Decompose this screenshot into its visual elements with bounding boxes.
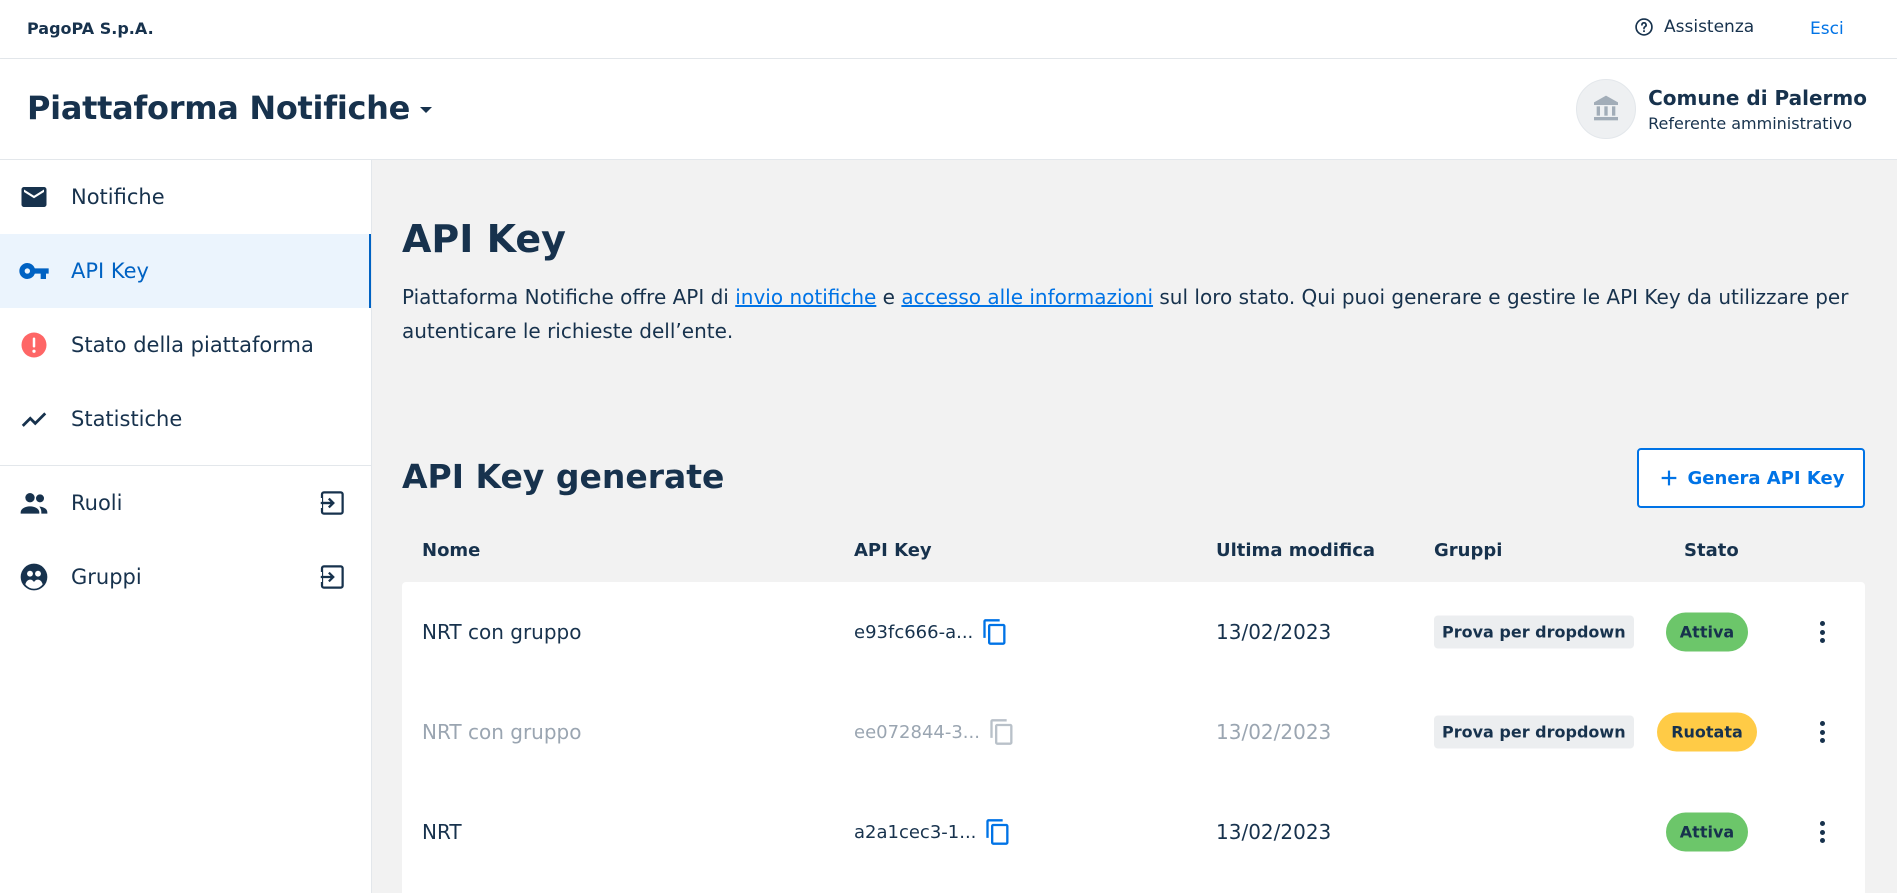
top-bar: PagoPA S.p.A. Assistenza Esci bbox=[0, 0, 1897, 59]
column-header-date[interactable]: Ultima modifica bbox=[1216, 540, 1375, 561]
status-cell: Attiva bbox=[1632, 812, 1782, 852]
institution-icon bbox=[1594, 95, 1619, 121]
generate-button-label: Genera API Key bbox=[1687, 467, 1845, 489]
copy-icon[interactable] bbox=[988, 718, 1016, 746]
mail-icon bbox=[18, 181, 50, 213]
product-header: Piattaforma Notifiche Comune di Palermo … bbox=[0, 59, 1897, 160]
api-key-name: NRT bbox=[422, 820, 462, 844]
exit-to-app-icon bbox=[318, 491, 344, 515]
group-chip: Prova per dropdown bbox=[1434, 615, 1634, 649]
status-badge: Attiva bbox=[1665, 612, 1749, 652]
more-vert-icon bbox=[1819, 721, 1825, 726]
sidebar-item-gruppi[interactable]: Gruppi bbox=[0, 540, 371, 614]
more-vert-icon bbox=[1819, 621, 1825, 626]
api-key-name: NRT con gruppo bbox=[422, 720, 582, 744]
column-header-status[interactable]: Stato bbox=[1684, 540, 1739, 561]
sidebar-item-label: Gruppi bbox=[71, 565, 142, 589]
party-avatar bbox=[1576, 79, 1637, 139]
link-accesso-informazioni[interactable]: accesso alle informazioni bbox=[901, 285, 1153, 309]
column-header-name[interactable]: Nome bbox=[422, 540, 480, 561]
help-icon bbox=[1635, 18, 1653, 36]
api-key-text: ee072844-3... bbox=[854, 721, 980, 743]
sidebar-item-ruoli[interactable]: Ruoli bbox=[0, 466, 371, 540]
row-actions-menu[interactable] bbox=[1810, 718, 1834, 746]
sidebar-item-label: Ruoli bbox=[71, 491, 123, 515]
sidebar-item-stato-piattaforma[interactable]: Stato della piattaforma bbox=[0, 308, 371, 382]
link-invio-notifiche[interactable]: invio notifiche bbox=[735, 285, 876, 309]
page-description: Piattaforma Notifiche offre API di invio… bbox=[402, 280, 1872, 348]
copy-icon[interactable] bbox=[984, 818, 1012, 846]
api-key-value: e93fc666-a... bbox=[854, 618, 1009, 646]
section-title: API Key generate bbox=[402, 457, 725, 496]
group-icon bbox=[18, 561, 50, 593]
row-actions-menu[interactable] bbox=[1810, 618, 1834, 646]
party-name: Comune di Palermo bbox=[1648, 85, 1867, 110]
description-text: Piattaforma Notifiche offre API di bbox=[402, 285, 736, 309]
sidebar-item-api-key[interactable]: API Key bbox=[0, 234, 371, 308]
api-key-value: a2a1cec3-1... bbox=[854, 818, 1012, 846]
api-key-value: ee072844-3... bbox=[854, 718, 1016, 746]
page-title: API Key bbox=[402, 217, 566, 261]
sidebar: Notifiche API Key Stato della piattaform… bbox=[0, 160, 372, 893]
table-row: NRT a2a1cec3-1... 13/02/2023 Attiva bbox=[402, 782, 1865, 882]
column-header-groups[interactable]: Gruppi bbox=[1434, 540, 1502, 561]
table-header: Nome API Key Ultima modifica Gruppi Stat… bbox=[402, 520, 1865, 580]
sidebar-item-label: API Key bbox=[71, 259, 149, 283]
party-switcher[interactable]: Comune di Palermo Referente amministrati… bbox=[1576, 79, 1867, 139]
description-text: e bbox=[876, 285, 902, 309]
assistance-link[interactable]: Assistenza bbox=[1634, 17, 1754, 37]
company-brand[interactable]: PagoPA S.p.A. bbox=[27, 19, 154, 38]
more-vert-icon bbox=[1819, 829, 1825, 835]
error-icon bbox=[18, 329, 50, 361]
row-actions-menu[interactable] bbox=[1810, 818, 1834, 846]
party-role: Referente amministrativo bbox=[1648, 113, 1853, 133]
sidebar-item-label: Stato della piattaforma bbox=[71, 333, 314, 357]
last-modified-date: 13/02/2023 bbox=[1216, 620, 1332, 644]
more-vert-icon bbox=[1819, 638, 1825, 643]
main-content: API Key Piattaforma Notifiche offre API … bbox=[372, 160, 1897, 893]
api-key-text: e93fc666-a... bbox=[854, 621, 974, 643]
sidebar-external-group: Ruoli Gruppi bbox=[0, 466, 371, 614]
more-vert-icon bbox=[1819, 738, 1825, 743]
sidebar-item-label: Statistiche bbox=[71, 407, 183, 431]
plus-icon bbox=[1661, 470, 1676, 486]
product-name: Piattaforma Notifiche bbox=[27, 89, 411, 127]
more-vert-icon bbox=[1819, 729, 1825, 735]
assistance-label: Assistenza bbox=[1664, 17, 1755, 37]
more-vert-icon bbox=[1819, 838, 1825, 843]
column-header-key[interactable]: API Key bbox=[854, 540, 932, 561]
more-vert-icon bbox=[1819, 821, 1825, 826]
caret-down-icon bbox=[420, 107, 433, 113]
generate-api-key-button[interactable]: Genera API Key bbox=[1637, 448, 1865, 508]
sidebar-item-label: Notifiche bbox=[71, 185, 165, 209]
status-cell: Ruotata bbox=[1632, 712, 1782, 752]
sidebar-item-notifiche[interactable]: Notifiche bbox=[0, 160, 371, 234]
copy-icon[interactable] bbox=[981, 618, 1009, 646]
api-key-name: NRT con gruppo bbox=[422, 620, 582, 644]
key-icon bbox=[18, 255, 50, 287]
last-modified-date: 13/02/2023 bbox=[1216, 720, 1332, 744]
last-modified-date: 13/02/2023 bbox=[1216, 820, 1332, 844]
product-switcher[interactable]: Piattaforma Notifiche bbox=[27, 89, 433, 127]
api-key-table: NRT con gruppo e93fc666-a... 13/02/2023 … bbox=[402, 582, 1865, 893]
status-cell: Attiva bbox=[1632, 612, 1782, 652]
people-icon bbox=[18, 487, 50, 519]
api-key-text: a2a1cec3-1... bbox=[854, 821, 977, 843]
table-row: NRT con gruppo e93fc666-a... 13/02/2023 … bbox=[402, 582, 1865, 682]
table-row: NRT con gruppo ee072844-3... 13/02/2023 … bbox=[402, 682, 1865, 782]
status-badge: Ruotata bbox=[1657, 712, 1757, 752]
logout-button[interactable]: Esci bbox=[1810, 19, 1844, 39]
exit-to-app-icon bbox=[318, 565, 344, 589]
group-chip: Prova per dropdown bbox=[1434, 715, 1634, 749]
trending-up-icon bbox=[18, 403, 50, 435]
status-badge: Attiva bbox=[1665, 812, 1749, 852]
more-vert-icon bbox=[1819, 629, 1825, 635]
sidebar-item-statistiche[interactable]: Statistiche bbox=[0, 382, 371, 456]
